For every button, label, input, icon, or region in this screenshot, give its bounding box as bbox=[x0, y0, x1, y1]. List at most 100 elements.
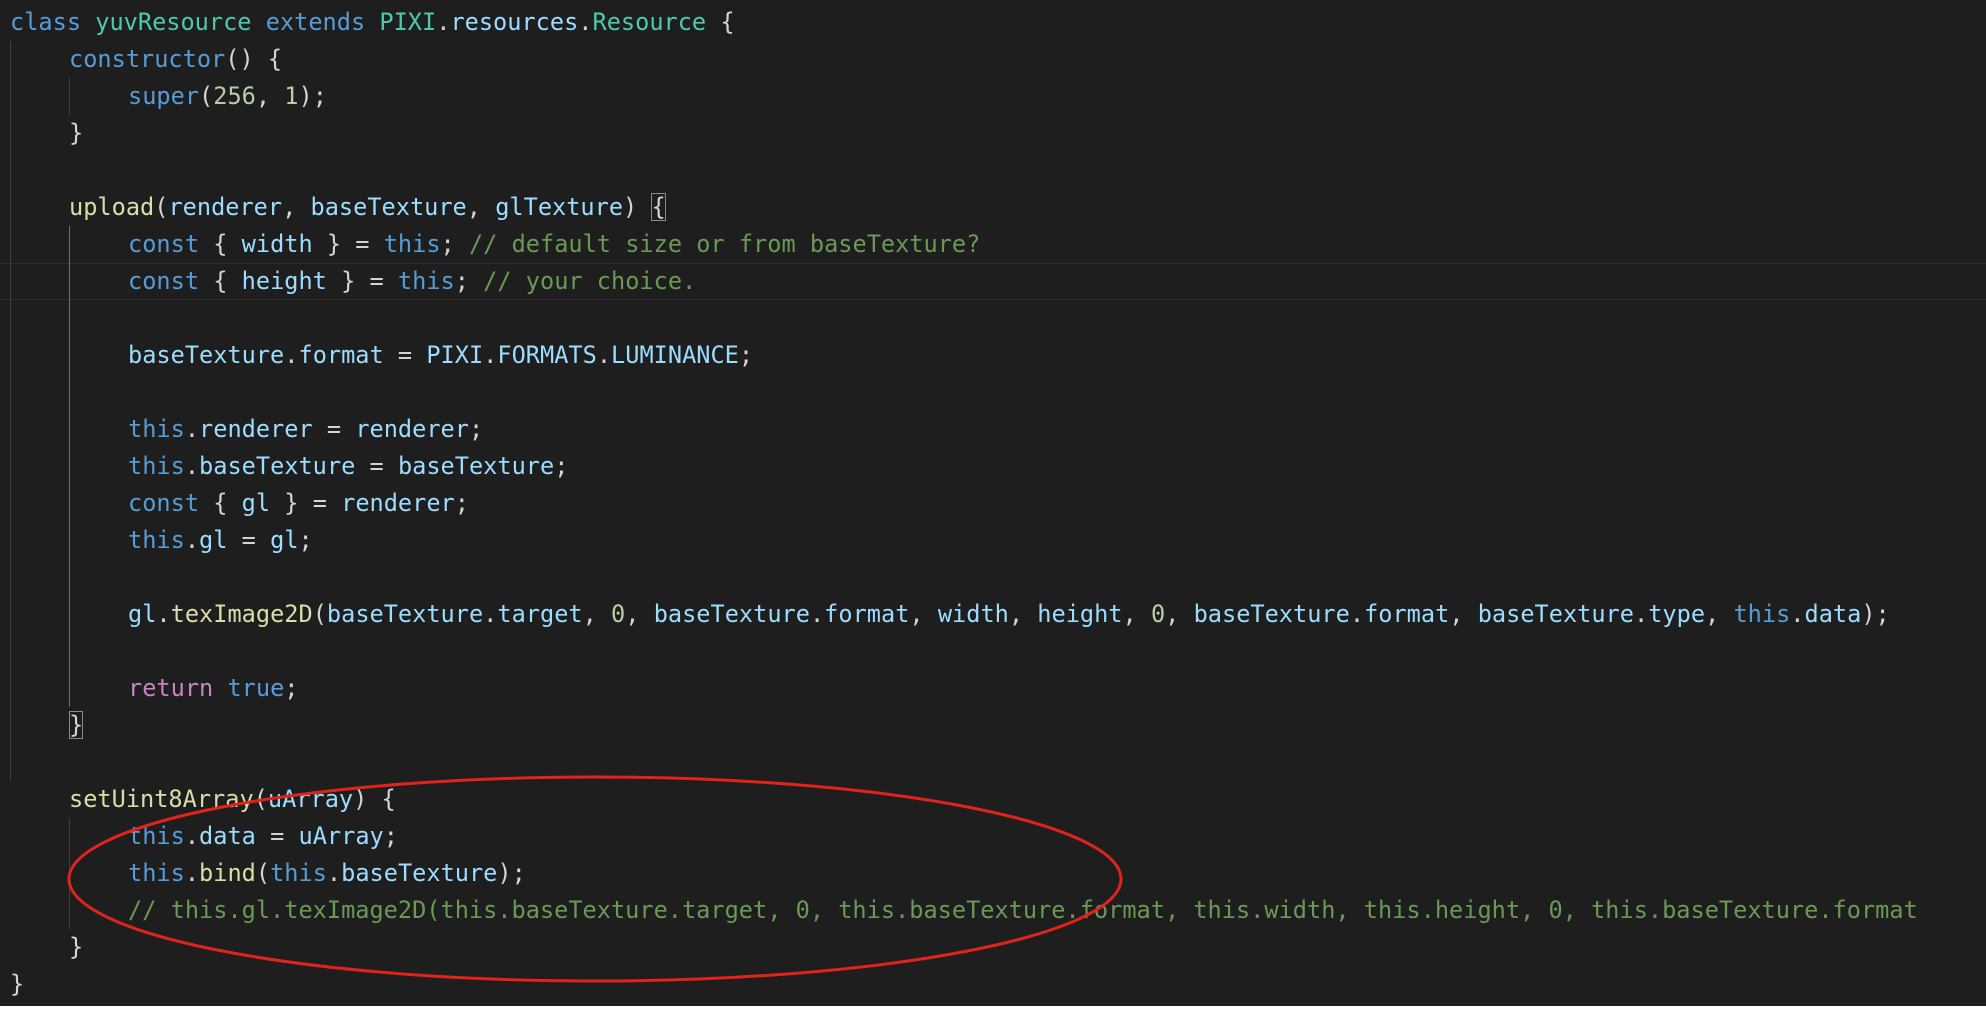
code-token: . bbox=[578, 8, 593, 36]
code-token: } = bbox=[312, 230, 384, 258]
code-token: renderer bbox=[341, 489, 455, 517]
code-token: this bbox=[128, 452, 185, 480]
code-line[interactable] bbox=[10, 152, 1986, 189]
code-token: true bbox=[227, 674, 285, 702]
code-token: const bbox=[128, 230, 200, 258]
code-line[interactable] bbox=[10, 744, 1986, 781]
code-token: () { bbox=[225, 45, 283, 73]
code-token: height bbox=[1037, 600, 1123, 628]
code-token: uArray bbox=[267, 785, 354, 813]
code-token: . bbox=[184, 415, 200, 443]
code-token: ; bbox=[554, 452, 569, 480]
code-token: baseTexture bbox=[1193, 600, 1350, 628]
code-token: ( bbox=[312, 600, 327, 628]
code-token: . bbox=[184, 526, 200, 554]
code-line-content: this.bind(this.baseTexture); bbox=[128, 859, 526, 887]
code-token: ); bbox=[298, 82, 327, 110]
code-line[interactable]: this.data = uArray; bbox=[10, 818, 1986, 855]
code-line[interactable]: const { height } = this; // your choice. bbox=[0, 263, 1986, 300]
code-token: yuvResource bbox=[95, 8, 252, 36]
code-line-content: baseTexture.format = PIXI.FORMATS.LUMINA… bbox=[128, 341, 753, 369]
code-line[interactable]: } bbox=[10, 966, 1986, 1003]
code-line[interactable] bbox=[10, 300, 1986, 337]
code-token: class bbox=[10, 8, 82, 36]
code-editor[interactable]: class yuvResource extends PIXI.resources… bbox=[0, 0, 1986, 1006]
code-line[interactable]: const { gl } = renderer; bbox=[10, 485, 1986, 522]
code-token: FORMATS bbox=[497, 341, 597, 369]
indent-guide-active bbox=[69, 226, 70, 707]
code-line[interactable]: } bbox=[10, 115, 1986, 152]
code-line[interactable] bbox=[10, 633, 1986, 670]
code-token: PIXI bbox=[426, 341, 484, 369]
code-token: const bbox=[128, 489, 200, 517]
code-token: ( bbox=[255, 859, 271, 887]
code-line-content: const { width } = this; // default size … bbox=[128, 230, 980, 258]
code-line[interactable]: upload(renderer, baseTexture, glTexture)… bbox=[10, 189, 1986, 226]
code-token: , bbox=[1122, 600, 1151, 628]
code-line-content: this.renderer = renderer; bbox=[128, 415, 483, 443]
code-token: { bbox=[651, 193, 666, 221]
code-token: super bbox=[128, 82, 200, 110]
code-token: , bbox=[625, 600, 654, 628]
code-area[interactable]: class yuvResource extends PIXI.resources… bbox=[0, 4, 1986, 1003]
code-line[interactable]: const { width } = this; // default size … bbox=[10, 226, 1986, 263]
code-token: ( bbox=[199, 82, 214, 110]
code-token: format bbox=[1364, 600, 1450, 628]
code-line[interactable]: constructor() { bbox=[10, 41, 1986, 78]
code-line[interactable]: this.renderer = renderer; bbox=[10, 411, 1986, 448]
code-line-content: const { height } = this; // your choice. bbox=[128, 267, 696, 295]
code-token: bind bbox=[199, 859, 256, 887]
code-token: baseTexture bbox=[341, 859, 498, 887]
code-token: type bbox=[1648, 600, 1706, 628]
code-token: baseTexture bbox=[1477, 600, 1634, 628]
code-token: PIXI bbox=[379, 8, 437, 36]
code-line[interactable]: gl.texImage2D(baseTexture.target, 0, bas… bbox=[10, 596, 1986, 633]
code-token: target bbox=[497, 600, 583, 628]
code-token: } bbox=[69, 933, 84, 961]
code-token: ; bbox=[383, 822, 398, 850]
code-line[interactable]: // this.gl.texImage2D(this.baseTexture.t… bbox=[10, 892, 1986, 929]
code-token: ; bbox=[454, 489, 469, 517]
code-token: . bbox=[1790, 600, 1805, 628]
code-token: , bbox=[1008, 600, 1038, 628]
code-token: height bbox=[241, 267, 327, 295]
code-token: data bbox=[1804, 600, 1862, 628]
code-line[interactable] bbox=[10, 374, 1986, 411]
code-line-content: upload(renderer, baseTexture, glTexture)… bbox=[69, 193, 666, 221]
code-line[interactable]: super(256, 1); bbox=[10, 78, 1986, 115]
code-token: } bbox=[69, 711, 84, 739]
code-token: . bbox=[483, 341, 498, 369]
code-token: . bbox=[156, 600, 171, 628]
code-line[interactable]: baseTexture.format = PIXI.FORMATS.LUMINA… bbox=[10, 337, 1986, 374]
code-token: constructor bbox=[69, 45, 226, 73]
code-line[interactable]: class yuvResource extends PIXI.resources… bbox=[10, 4, 1986, 41]
code-line[interactable]: return true; bbox=[10, 670, 1986, 707]
code-line[interactable]: setUint8Array(uArray) { bbox=[10, 781, 1986, 818]
code-line[interactable] bbox=[10, 559, 1986, 596]
code-line-content: } bbox=[69, 119, 83, 147]
code-token: , bbox=[282, 193, 311, 221]
code-line-content: setUint8Array(uArray) { bbox=[69, 785, 396, 813]
code-token: . bbox=[1349, 600, 1365, 628]
code-line[interactable]: this.baseTexture = baseTexture; bbox=[10, 448, 1986, 485]
code-token: glTexture bbox=[495, 193, 624, 221]
code-token: ; bbox=[738, 341, 754, 369]
code-token: = bbox=[255, 822, 299, 850]
code-token: = bbox=[355, 452, 398, 480]
code-line[interactable]: } bbox=[10, 929, 1986, 966]
code-line[interactable]: this.gl = gl; bbox=[10, 522, 1986, 559]
code-token: 0 bbox=[611, 600, 626, 628]
code-token: ; bbox=[440, 230, 469, 258]
code-token: ; bbox=[284, 674, 299, 702]
code-line[interactable]: this.bind(this.baseTexture); bbox=[10, 855, 1986, 892]
code-token: this bbox=[128, 859, 185, 887]
code-token: ; bbox=[468, 415, 484, 443]
code-token: texImage2D bbox=[170, 600, 313, 628]
code-token: this bbox=[397, 267, 455, 295]
code-token: // this.gl.texImage2D(this.baseTexture.t… bbox=[128, 896, 1918, 924]
code-line[interactable]: } bbox=[10, 707, 1986, 744]
code-line-content: } bbox=[10, 970, 24, 998]
code-token: { bbox=[706, 8, 735, 36]
